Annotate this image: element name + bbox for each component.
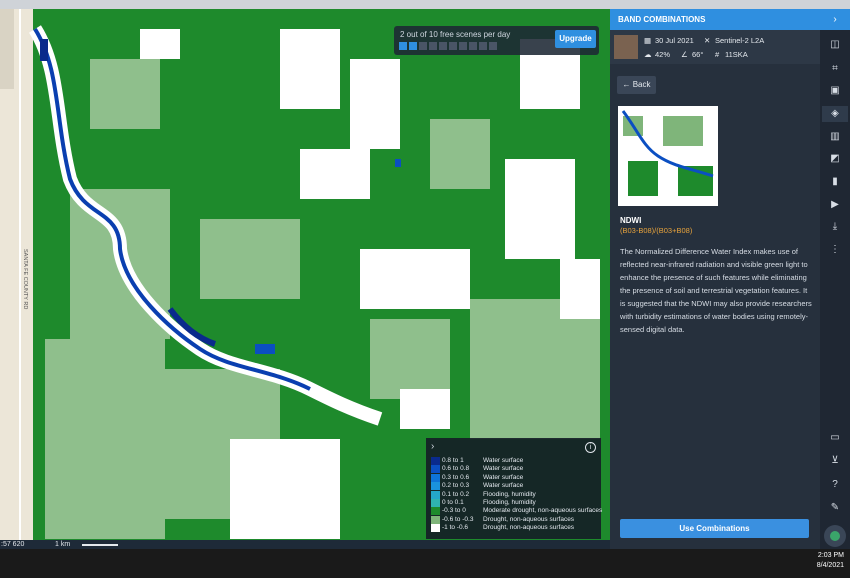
legend-description: Flooding, humidity — [483, 499, 536, 506]
scene-metadata: ▦ 30 Jul 2021 ✕ Sentinel-2 L2A ☁ 42% ∠ 6… — [610, 30, 820, 64]
info-icon[interactable]: i — [585, 442, 596, 453]
more-icon[interactable]: ⋮ — [827, 242, 843, 258]
image-icon[interactable]: ▣ — [827, 83, 843, 99]
scene-quota-segment — [479, 42, 487, 50]
ndwi-preview-image[interactable] — [618, 106, 718, 206]
scene-quota-segment — [449, 42, 457, 50]
clock-date: 8/4/2021 — [816, 562, 844, 569]
band-combinations-panel: BAND COMBINATIONS ▦ 30 Jul 2021 ✕ Sentin… — [610, 9, 820, 549]
map-view[interactable]: SANTA FE COUNTY RD 2 out of 10 free scen… — [0, 9, 610, 540]
panel-title: BAND COMBINATIONS — [610, 9, 820, 30]
collapse-legend-icon[interactable]: › — [431, 441, 434, 452]
scene-quota-text: 2 out of 10 free scenes per day — [400, 30, 511, 39]
legend-range: 0 to 0.1 — [442, 499, 464, 506]
download-icon[interactable]: ⤓ — [827, 219, 843, 235]
legend-description: Water surface — [483, 473, 524, 481]
scale-bar — [82, 544, 118, 546]
scene-quota-segment — [439, 42, 447, 50]
legend-range: -0.6 to -0.3 — [442, 515, 474, 523]
scene-quota-segment — [489, 42, 497, 50]
back-label: Back — [632, 80, 651, 89]
ndwi-legend: › i 0.8 to 1 Water surface 0.6 to 0.8 Water… — [426, 438, 603, 539]
scale-label: 1 km — [55, 541, 71, 548]
feedback-icon[interactable]: ✎ — [827, 500, 843, 516]
scene-quota-segment — [459, 42, 467, 50]
legend-swatch — [431, 515, 440, 524]
calendar-icon: ▦ — [644, 36, 652, 45]
index-description: The Normalized Difference Water Index ma… — [620, 247, 812, 334]
help-icon[interactable]: ? — [827, 477, 843, 493]
legend-range: 0.2 to 0.3 — [442, 482, 470, 490]
grid-icon: # — [715, 50, 720, 59]
cloud-icon: ☁ — [644, 50, 652, 59]
collapse-panel-icon[interactable]: › — [820, 9, 850, 30]
use-combinations-button[interactable]: Use Combinations — [620, 519, 809, 538]
cart-icon[interactable]: ⊻ — [827, 453, 843, 469]
legend-swatch — [431, 499, 440, 507]
browser-toolbar-strip — [0, 0, 850, 9]
taskbar: 2:03 PM 8/4/2021 — [0, 549, 850, 578]
road-label: SANTA FE COUNTY RD — [22, 249, 28, 310]
scene-thumbnail[interactable] — [614, 35, 638, 59]
index-name: NDWI — [620, 216, 642, 225]
classification-icon[interactable]: ◩ — [827, 151, 843, 167]
scene-quota-segment — [399, 42, 407, 50]
crop-icon[interactable]: ⌗ — [827, 61, 843, 77]
satellite-name: Sentinel-2 L2A — [715, 36, 765, 45]
legend-range: 0.8 to 1 — [442, 457, 464, 464]
satellite-icon: ✕ — [704, 36, 711, 45]
legend-swatch — [431, 507, 440, 516]
index-formula: (B03-B08)/(B03+B08) — [620, 226, 693, 235]
right-toolbar: › ◫ ⌗ ▣ ◈ ▥ ◩ ▮ ▶ ⤓ ⋮ ▭ ⊻ ? ✎ — [820, 9, 850, 549]
legend-description: Water surface — [483, 465, 524, 473]
legend-range: 0.1 to 0.2 — [442, 490, 470, 498]
legend-swatch — [431, 524, 440, 533]
play-icon[interactable]: ▶ — [827, 197, 843, 213]
legend-swatch — [431, 490, 440, 499]
legend-description: Flooding, humidity — [483, 490, 536, 498]
layers-icon[interactable]: ◈ — [822, 106, 848, 122]
legend-description: Water surface — [483, 482, 524, 490]
scene-quota-segment — [429, 42, 437, 50]
cloud-cover: 42% — [655, 50, 671, 59]
back-button[interactable]: ← Back — [617, 76, 656, 94]
avatar[interactable] — [824, 525, 846, 547]
user-icon — [830, 531, 840, 541]
legend-description: Moderate drought, non-aqueous surfaces — [483, 507, 603, 515]
taskbar-clock[interactable]: 2:03 PM 8/4/2021 — [817, 551, 844, 571]
split-view-icon[interactable]: ▥ — [827, 129, 843, 145]
sun-angle: 66° — [692, 50, 704, 59]
legend-swatch — [431, 473, 440, 482]
chat-icon[interactable]: ▭ — [827, 430, 843, 446]
upgrade-button[interactable]: Upgrade — [555, 30, 596, 48]
legend-range: -0.3 to 0 — [442, 507, 466, 515]
coordinate-readout: :57 620 — [1, 541, 25, 548]
legend-swatch — [431, 482, 440, 491]
legend-description: Drought, non-aqueous surfaces — [483, 524, 575, 532]
arrow-left-icon: ← — [622, 80, 631, 89]
angle-icon: ∠ — [681, 50, 688, 59]
clock-time: 2:03 PM — [817, 552, 844, 559]
tile-id: 11SKA — [725, 50, 748, 59]
compare-icon[interactable]: ◫ — [827, 37, 843, 53]
scene-quota-segment — [409, 42, 417, 50]
legend-range: -1 to -0.6 — [442, 524, 469, 532]
legend-range: 0.3 to 0.6 — [442, 473, 470, 481]
legend-swatch — [431, 465, 440, 474]
scene-quota-segment — [419, 42, 427, 50]
legend-swatch — [431, 457, 440, 465]
legend-description: Water surface — [483, 457, 524, 464]
map-status-bar: :57 620 1 km — [0, 540, 610, 549]
scene-quota-segment — [469, 42, 477, 50]
legend-range: 0.6 to 0.8 — [442, 465, 470, 473]
chart-icon[interactable]: ▮ — [827, 174, 843, 190]
scene-date: 30 Jul 2021 — [655, 36, 694, 45]
legend-description: Drought, non-aqueous surfaces — [483, 515, 575, 523]
